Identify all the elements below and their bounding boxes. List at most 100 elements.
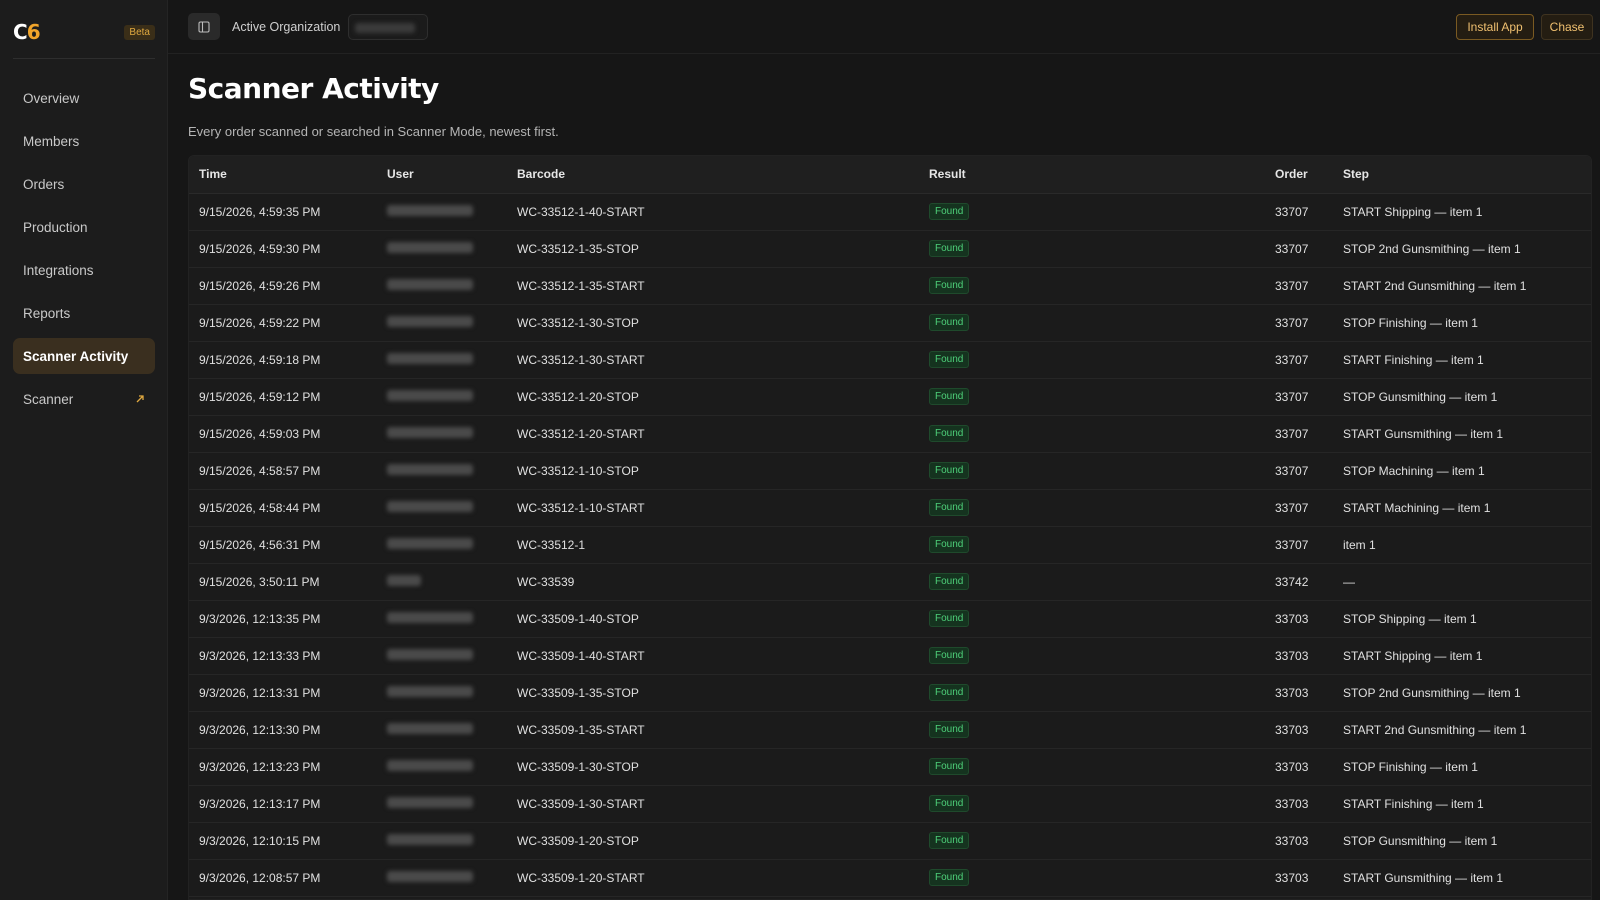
table-row[interactable]: 9/3/2026, 12:13:17 PM WC-33509-1-30-START…: [189, 785, 1591, 823]
column-header-step[interactable]: Step: [1333, 156, 1591, 194]
column-header-time[interactable]: Time: [189, 156, 377, 194]
cell-time: 9/15/2026, 4:59:03 PM: [189, 415, 377, 453]
table-row[interactable]: 9/15/2026, 4:58:57 PM WC-33512-1-10-STOP F…: [189, 452, 1591, 490]
sidebar-item-scanner-activity[interactable]: Scanner Activity: [13, 338, 155, 374]
cell-order: 33703: [1265, 748, 1333, 786]
user-menu-button[interactable]: Chase: [1541, 14, 1593, 40]
cell-user: [377, 600, 507, 638]
table-row[interactable]: 9/15/2026, 3:50:11 PM WC-33539 Found 33742—: [189, 563, 1591, 601]
table-row[interactable]: 9/15/2026, 4:58:44 PM WC-33512-1-10-START…: [189, 489, 1591, 527]
cell-order: 33707: [1265, 526, 1333, 564]
sidebar-item-overview[interactable]: Overview: [13, 80, 155, 116]
table-row[interactable]: 9/3/2026, 12:13:23 PM WC-33509-1-30-STOP F…: [189, 748, 1591, 786]
org-select[interactable]: [348, 14, 428, 40]
sidebar-item-reports[interactable]: Reports: [13, 295, 155, 331]
redacted-user: [387, 500, 473, 512]
redacted-user: [387, 537, 473, 549]
cell-result: Found: [919, 785, 1265, 823]
cell-time: 9/15/2026, 4:59:22 PM: [189, 304, 377, 342]
logo[interactable]: C6: [13, 20, 41, 44]
install-app-button[interactable]: Install App: [1456, 14, 1534, 40]
cell-time: 9/3/2026, 12:13:30 PM: [189, 711, 377, 749]
scanner-activity-table: Time User Barcode Result Order Step 9/15…: [188, 155, 1592, 900]
status-badge: Found: [929, 536, 970, 553]
cell-step: item 1: [1333, 526, 1591, 564]
sidebar-toggle-button[interactable]: [188, 13, 220, 40]
table-row[interactable]: 9/15/2026, 4:59:26 PM WC-33512-1-35-START…: [189, 267, 1591, 305]
sidebar-item-members[interactable]: Members: [13, 123, 155, 159]
column-header-result[interactable]: Result: [919, 156, 1265, 194]
cell-order: 33703: [1265, 859, 1333, 897]
table-row[interactable]: 9/3/2026, 12:13:33 PM WC-33509-1-40-START…: [189, 637, 1591, 675]
cell-barcode: WC-33512-1-20-START: [507, 415, 919, 453]
redacted-user: [387, 463, 473, 475]
cell-user: [377, 452, 507, 490]
redacted-user: [387, 611, 473, 623]
redacted-user: [387, 722, 473, 734]
status-badge: Found: [929, 758, 970, 775]
column-header-barcode[interactable]: Barcode: [507, 156, 919, 194]
topbar: Active Organization Install App Chase: [168, 0, 1600, 54]
cell-user: [377, 304, 507, 342]
table-row[interactable]: 9/15/2026, 4:59:30 PM WC-33512-1-35-STOP F…: [189, 230, 1591, 268]
cell-order: 33703: [1265, 711, 1333, 749]
column-header-order[interactable]: Order: [1265, 156, 1333, 194]
table-row[interactable]: 9/15/2026, 4:59:03 PM WC-33512-1-20-START…: [189, 415, 1591, 453]
column-header-user[interactable]: User: [377, 156, 507, 194]
cell-user: [377, 748, 507, 786]
cell-barcode: WC-33512-1-35-STOP: [507, 230, 919, 268]
cell-step: START Shipping — item 1: [1333, 193, 1591, 231]
cell-time: 9/3/2026, 12:13:31 PM: [189, 674, 377, 712]
cell-order: 33707: [1265, 304, 1333, 342]
sidebar-item-orders[interactable]: Orders: [13, 166, 155, 202]
redacted-user: [387, 278, 473, 290]
cell-result: Found: [919, 822, 1265, 860]
cell-time: 9/15/2026, 4:58:44 PM: [189, 489, 377, 527]
cell-time: 9/15/2026, 4:59:35 PM: [189, 193, 377, 231]
cell-result: Found: [919, 378, 1265, 416]
redacted-user: [387, 204, 473, 216]
cell-user: [377, 415, 507, 453]
cell-order: 33707: [1265, 230, 1333, 268]
status-badge: Found: [929, 684, 970, 701]
redacted-user: [387, 352, 473, 364]
sidebar-nav: Overview Members Orders Production Integ…: [13, 80, 155, 424]
redacted-user: [387, 389, 473, 401]
cell-step: STOP Gunsmithing — item 1: [1333, 822, 1591, 860]
table-row[interactable]: 9/3/2026, 12:13:30 PM WC-33509-1-35-START…: [189, 711, 1591, 749]
cell-step: STOP 2nd Gunsmithing — item 1: [1333, 230, 1591, 268]
cell-user: [377, 822, 507, 860]
status-badge: Found: [929, 499, 970, 516]
sidebar-item-integrations[interactable]: Integrations: [13, 252, 155, 288]
cell-result: Found: [919, 674, 1265, 712]
sidebar-item-label: Integrations: [23, 262, 94, 278]
redacted-user: [387, 759, 473, 771]
cell-user: [377, 785, 507, 823]
status-badge: Found: [929, 240, 970, 257]
cell-step: START Finishing — item 1: [1333, 341, 1591, 379]
cell-user: [377, 859, 507, 897]
cell-result: Found: [919, 748, 1265, 786]
logo-c: C: [13, 20, 28, 44]
cell-barcode: WC-33509-1-40-STOP: [507, 600, 919, 638]
table-header-row: Time User Barcode Result Order Step: [189, 156, 1591, 194]
cell-barcode: WC-33509-1-30-STOP: [507, 748, 919, 786]
table-row[interactable]: 9/15/2026, 4:59:12 PM WC-33512-1-20-STOP F…: [189, 378, 1591, 416]
table-row[interactable]: 9/15/2026, 4:56:31 PM WC-33512-1 Found 3370…: [189, 526, 1591, 564]
table-row[interactable]: 9/3/2026, 12:13:31 PM WC-33509-1-35-STOP F…: [189, 674, 1591, 712]
cell-step: START Gunsmithing — item 1: [1333, 415, 1591, 453]
table-row[interactable]: 9/3/2026, 12:10:15 PM WC-33509-1-20-STOP F…: [189, 822, 1591, 860]
table-row[interactable]: 9/3/2026, 12:13:35 PM WC-33509-1-40-STOP F…: [189, 600, 1591, 638]
table-row[interactable]: 9/15/2026, 4:59:18 PM WC-33512-1-30-START…: [189, 341, 1591, 379]
sidebar-item-production[interactable]: Production: [13, 209, 155, 245]
table-row[interactable]: 9/15/2026, 4:59:22 PM WC-33512-1-30-STOP F…: [189, 304, 1591, 342]
cell-time: 9/15/2026, 3:50:11 PM: [189, 563, 377, 601]
cell-step: STOP Machining — item 1: [1333, 452, 1591, 490]
table-row[interactable]: 9/3/2026, 12:08:57 PM WC-33509-1-20-START…: [189, 859, 1591, 897]
cell-step: START Finishing — item 1: [1333, 785, 1591, 823]
sidebar-item-scanner[interactable]: Scanner: [13, 381, 155, 417]
table-row[interactable]: 9/15/2026, 4:59:35 PM WC-33512-1-40-START…: [189, 193, 1591, 231]
status-badge: Found: [929, 832, 970, 849]
redacted-user: [387, 685, 473, 697]
cell-result: Found: [919, 859, 1265, 897]
